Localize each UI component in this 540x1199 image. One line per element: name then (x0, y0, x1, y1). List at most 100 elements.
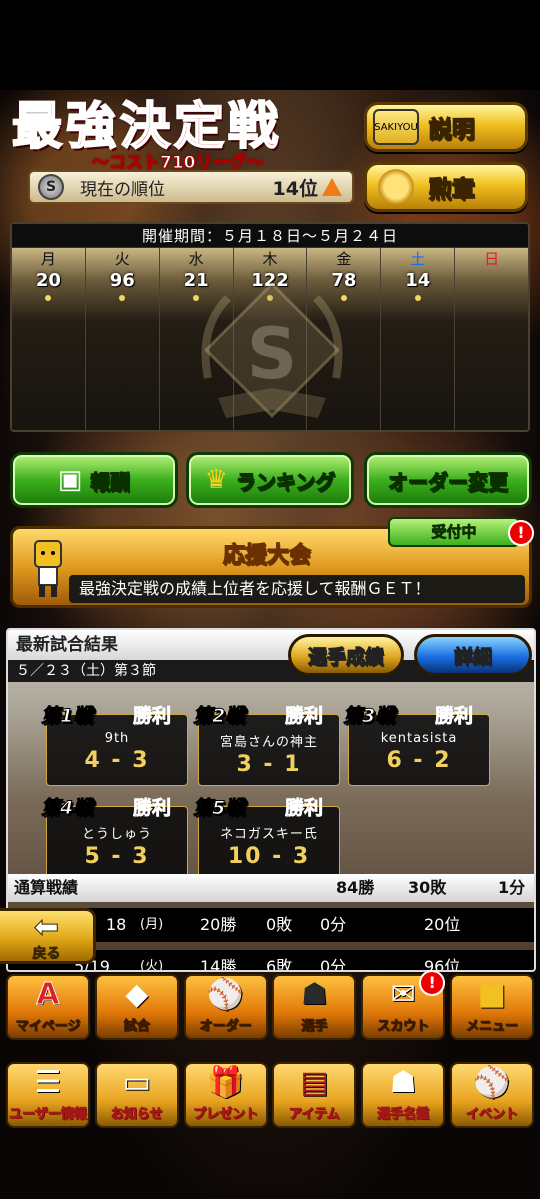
rank-label: 現在の順位 (80, 179, 165, 200)
mascot-icon (34, 540, 62, 597)
nav-player-directory[interactable]: ☗ 選手名鑑 (361, 1062, 446, 1128)
ranking-label: ランキング (235, 469, 336, 494)
back-button[interactable]: ⬅ 戻る (0, 908, 96, 964)
opponent-name: ネコガスキー氏 (220, 827, 318, 842)
record-rank: 20位 (424, 915, 461, 934)
game-result: 勝利 (285, 705, 324, 728)
reward-label: 報酬 (90, 469, 131, 494)
nav-label: マイページ (15, 1019, 81, 1035)
game-score: 3 - 1 (236, 752, 302, 777)
day-name: 土 (410, 250, 426, 268)
baseball-bats-icon: ⚾ (473, 1065, 511, 1100)
nav-match[interactable]: ◆ 試合 (94, 974, 179, 1040)
total-wins: 84勝 (336, 878, 375, 897)
day-marker (119, 295, 126, 301)
sub-nav: ☰ ユーザー情報 ▭ お知らせ 🎁 プレゼント ▤ アイテム ☗ 選手名鑑 ⚾ … (0, 1062, 540, 1128)
accepting-status-badge: 受付中 (388, 517, 520, 547)
opponent-name: 宮島さんの神主 (219, 735, 318, 750)
nav-user-info[interactable]: ☰ ユーザー情報 (6, 1062, 90, 1128)
nav-label: 試合 (123, 1019, 150, 1035)
scout-notification-badge: ! (419, 970, 446, 996)
day-name: 火 (114, 250, 130, 268)
medal-icon (373, 169, 419, 205)
nav-items[interactable]: ▤ アイテム (272, 1062, 357, 1128)
game-card-4[interactable]: 第4戦 勝利 とうしゅう 5 - 3 (40, 797, 188, 878)
game-result: 勝利 (285, 797, 324, 820)
explain-label: 説明 (428, 116, 476, 144)
game-number: 第2戦 (192, 705, 245, 728)
stadium-icon: ◆ (125, 977, 149, 1012)
detail-button[interactable]: 詳細 (414, 634, 532, 676)
mascot-menu-icon: ■ (477, 977, 507, 1012)
rank-up-arrow-icon (322, 178, 342, 196)
game-card-2[interactable]: 第2戦 勝利 宮島さんの神主 3 - 1 (192, 705, 340, 786)
main-nav: A マイページ ◆ 試合 ⚾ オーダー ☗ 選手 ✉ スカウト ! ■ メニュー (0, 970, 540, 1040)
speech-bubble-icon: ▭ (122, 1065, 151, 1100)
item-book-icon: ▤ (300, 1065, 329, 1100)
ranking-button[interactable]: ♛ ランキング (186, 452, 354, 508)
game-card-3[interactable]: 第3戦 勝利 kentasista 6 - 2 (342, 705, 490, 786)
record-day: 18 (106, 915, 127, 934)
day-count: 20 (35, 270, 61, 291)
reward-button[interactable]: ▣ 報酬 (10, 452, 178, 508)
nav-scout[interactable]: ✉ スカウト ! (361, 970, 446, 1040)
day-marker (414, 295, 421, 301)
nav-label: ユーザー情報 (9, 1107, 88, 1123)
schedule-calendar: 開催期間：５月１８日〜５月２４日 月 20 火 96 水 21 木 122 金 … (10, 222, 530, 432)
game-card-1[interactable]: 第1戦 勝利 9th 4 - 3 (40, 705, 188, 786)
record-rank: 96位 (424, 957, 461, 972)
game-card-5[interactable]: 第5戦 勝利 ネコガスキー氏 10 - 3 (192, 797, 340, 878)
game-result: 勝利 (435, 705, 474, 728)
game-score: 4 - 3 (84, 748, 150, 773)
day-name: 月 (40, 250, 56, 268)
order-change-label: オーダー変更 (387, 469, 508, 494)
day-name: 日 (484, 250, 500, 268)
a-logo-icon: A (36, 977, 60, 1013)
record-losses: 0敗 (266, 915, 293, 934)
day-name: 木 (262, 250, 278, 268)
day-count: 96 (109, 270, 135, 291)
nav-mypage[interactable]: A マイページ (6, 974, 90, 1040)
nav-label: 選手名鑑 (377, 1107, 430, 1123)
nav-order[interactable]: ⚾ オーダー (183, 974, 268, 1040)
game-score: 10 - 3 (227, 844, 311, 869)
nav-players[interactable]: ☗ 選手 (272, 974, 357, 1040)
event-period: 開催期間：５月１８日〜５月２４日 (12, 224, 528, 248)
explain-button[interactable]: SAKIYOU 説明 (364, 102, 528, 152)
support-description: 最強決定戦の成績上位者を応援して報酬ＧＥＴ！ (69, 575, 525, 603)
day-friday: 金 78 (307, 248, 382, 430)
title-text: 最強決定戦 (11, 96, 282, 155)
batter-icon: ☗ (389, 1065, 417, 1100)
medal-label: 勲章 (428, 176, 476, 204)
nav-label: スカウト (377, 1019, 430, 1035)
nav-present[interactable]: 🎁 プレゼント (183, 1062, 268, 1128)
gift-box-icon: 🎁 (206, 1065, 245, 1100)
game-score: 6 - 2 (386, 748, 452, 773)
total-record-label: 通算戦績 (14, 878, 79, 897)
nav-news[interactable]: ▭ お知らせ (94, 1062, 179, 1128)
day-marker (267, 295, 273, 301)
player-stats-button[interactable]: 選手成績 (288, 634, 404, 676)
nav-label: アイテム (289, 1107, 341, 1123)
order-change-button[interactable]: オーダー変更 (364, 452, 532, 508)
day-tuesday: 火 96 (85, 248, 160, 430)
back-arrow-icon: ⬅ (33, 910, 60, 945)
day-sunday: 日 (455, 248, 528, 430)
game-score: 5 - 3 (84, 844, 150, 869)
record-weekday: (月) (140, 917, 164, 932)
nav-menu[interactable]: ■ メニュー (449, 974, 534, 1040)
field-icon: ⚾ (206, 977, 245, 1012)
nav-event[interactable]: ⚾ イベント (449, 1062, 534, 1128)
day-monday: 月 20 (12, 248, 86, 430)
nav-label: プレゼント (193, 1107, 259, 1123)
day-count: 122 (251, 270, 289, 291)
game-result: 勝利 (133, 705, 172, 728)
day-count: 78 (331, 270, 357, 291)
book-icon: SAKIYOU (373, 109, 419, 145)
day-count: 14 (405, 270, 431, 291)
day-wednesday: 水 21 (159, 248, 234, 430)
game-number: 第3戦 (342, 705, 395, 728)
record-weekday: (火) (140, 959, 164, 972)
medal-button[interactable]: 勲章 (364, 162, 528, 212)
rank-value: 14位 (272, 177, 318, 200)
